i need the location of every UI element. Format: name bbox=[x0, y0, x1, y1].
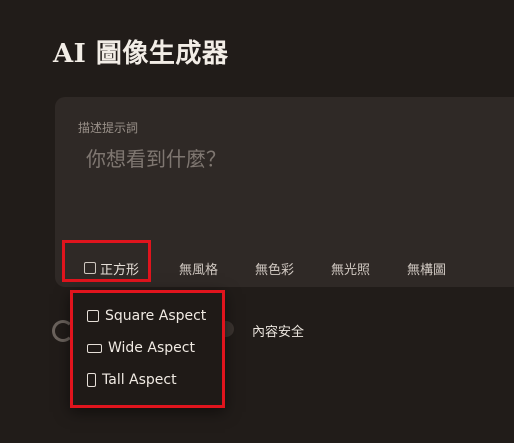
prompt-input[interactable] bbox=[86, 143, 486, 175]
lighting-button[interactable]: 無光照 bbox=[331, 258, 370, 278]
style-button[interactable]: 無風格 bbox=[179, 258, 218, 278]
menu-item-label: Tall Aspect bbox=[102, 372, 177, 388]
menu-item-wide-aspect[interactable]: Wide Aspect bbox=[87, 340, 195, 356]
aspect-ratio-button[interactable]: 正方形 bbox=[84, 258, 139, 278]
menu-item-label: Wide Aspect bbox=[108, 340, 195, 356]
page-title: AI 圖像生成器 bbox=[53, 39, 229, 69]
aspect-ratio-menu: Square Aspect Wide Aspect Tall Aspect bbox=[70, 290, 225, 408]
safety-label: 內容安全 bbox=[252, 325, 305, 340]
lighting-label: 無光照 bbox=[331, 262, 371, 278]
color-label: 無色彩 bbox=[255, 262, 295, 278]
menu-item-tall-aspect[interactable]: Tall Aspect bbox=[87, 372, 177, 388]
color-button[interactable]: 無色彩 bbox=[255, 258, 294, 278]
menu-item-square-aspect[interactable]: Square Aspect bbox=[87, 308, 206, 324]
aspect-ratio-label: 正方形 bbox=[100, 262, 140, 278]
tall-rectangle-icon bbox=[87, 373, 96, 387]
style-label: 無風格 bbox=[179, 262, 219, 278]
wide-rectangle-icon bbox=[87, 343, 102, 353]
composition-label: 無構圖 bbox=[407, 262, 447, 278]
composition-button[interactable]: 無構圖 bbox=[407, 258, 446, 278]
square-icon bbox=[87, 310, 99, 322]
prompt-label: 描述提示詞 bbox=[78, 121, 139, 135]
square-icon bbox=[84, 262, 96, 274]
menu-item-label: Square Aspect bbox=[105, 308, 207, 324]
